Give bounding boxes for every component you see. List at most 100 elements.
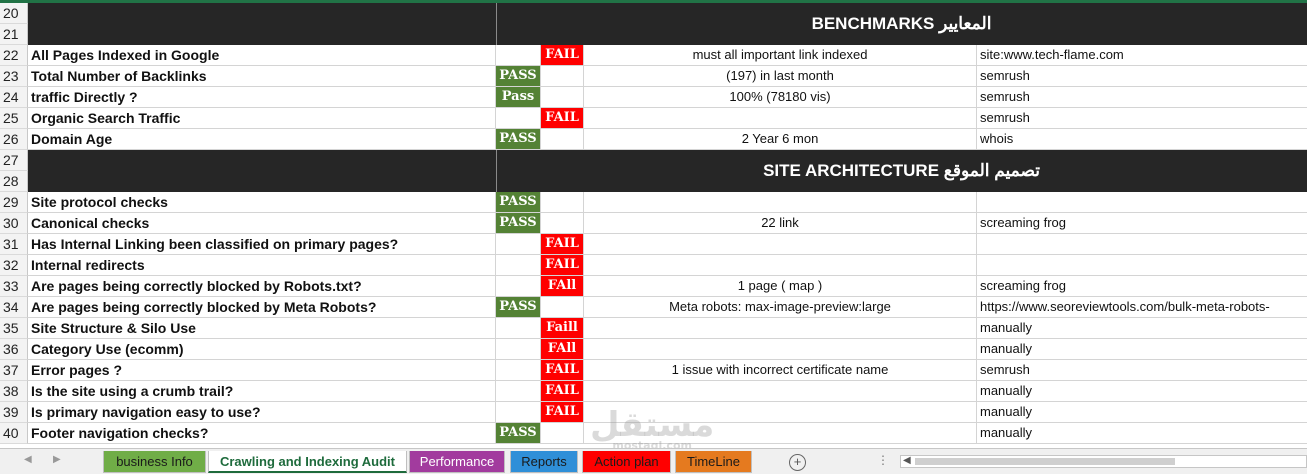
row-number[interactable]: 40 <box>0 423 28 444</box>
tab-timeline[interactable]: TimeLine <box>675 451 752 473</box>
pass-status-cell[interactable] <box>496 381 541 402</box>
fail-status-cell[interactable] <box>541 192 584 213</box>
tool-cell[interactable]: manually <box>977 423 1307 444</box>
tab-business-info[interactable]: business Info <box>103 451 206 473</box>
pass-status-cell[interactable]: PASS <box>496 192 541 213</box>
fail-status-cell[interactable] <box>541 129 584 150</box>
more-options-icon[interactable]: ⋮ <box>877 453 889 467</box>
next-sheet-icon[interactable]: ▶ <box>53 454 61 465</box>
audit-item-label[interactable]: Are pages being correctly blocked by Met… <box>28 297 496 318</box>
audit-item-label[interactable]: Site protocol checks <box>28 192 496 213</box>
audit-item-label[interactable]: Has Internal Linking been classified on … <box>28 234 496 255</box>
audit-item-label[interactable]: Footer navigation checks? <box>28 423 496 444</box>
detail-cell[interactable] <box>584 234 977 255</box>
detail-cell[interactable] <box>584 108 977 129</box>
fail-status-cell[interactable]: Faill <box>541 318 584 339</box>
row-number[interactable]: 30 <box>0 213 28 234</box>
pass-status-cell[interactable] <box>496 108 541 129</box>
tool-cell[interactable]: semrush <box>977 87 1307 108</box>
row-number[interactable]: 39 <box>0 402 28 423</box>
pass-status-cell[interactable] <box>496 276 541 297</box>
tab-reports[interactable]: Reports <box>510 451 578 473</box>
audit-item-label[interactable]: Internal redirects <box>28 255 496 276</box>
tool-cell[interactable]: semrush <box>977 360 1307 381</box>
tab-performance[interactable]: Performance <box>409 451 505 473</box>
detail-cell[interactable]: 1 page ( map ) <box>584 276 977 297</box>
detail-cell[interactable] <box>584 381 977 402</box>
audit-item-label[interactable]: Site Structure & Silo Use <box>28 318 496 339</box>
fail-status-cell[interactable] <box>541 213 584 234</box>
detail-cell[interactable]: must all important link indexed <box>584 45 977 66</box>
audit-item-label[interactable]: Is the site using a crumb trail? <box>28 381 496 402</box>
pass-status-cell[interactable]: PASS <box>496 423 541 444</box>
audit-item-label[interactable]: Domain Age <box>28 129 496 150</box>
detail-cell[interactable] <box>584 339 977 360</box>
pass-status-cell[interactable] <box>496 318 541 339</box>
tool-cell[interactable]: site:www.tech-flame.com <box>977 45 1307 66</box>
detail-cell[interactable]: 1 issue with incorrect certificate name <box>584 360 977 381</box>
tool-cell[interactable] <box>977 234 1307 255</box>
row-number[interactable]: 25 <box>0 108 28 129</box>
pass-status-cell[interactable]: PASS <box>496 297 541 318</box>
tool-cell[interactable]: screaming frog <box>977 213 1307 234</box>
pass-status-cell[interactable] <box>496 360 541 381</box>
row-number[interactable]: 26 <box>0 129 28 150</box>
pass-status-cell[interactable] <box>496 45 541 66</box>
pass-status-cell[interactable] <box>496 234 541 255</box>
tab-action-plan[interactable]: Action plan <box>582 451 671 473</box>
detail-cell[interactable]: 22 link <box>584 213 977 234</box>
tool-cell[interactable] <box>977 255 1307 276</box>
scrollbar-thumb[interactable] <box>915 458 1175 465</box>
fail-status-cell[interactable] <box>541 297 584 318</box>
audit-item-label[interactable]: Is primary navigation easy to use? <box>28 402 496 423</box>
audit-item-label[interactable]: Are pages being correctly blocked by Rob… <box>28 276 496 297</box>
row-number[interactable]: 32 <box>0 255 28 276</box>
row-number[interactable]: 35 <box>0 318 28 339</box>
row-number[interactable]: 24 <box>0 87 28 108</box>
row-number[interactable]: 28 <box>0 171 28 192</box>
tab-crawling-and-indexing-audit[interactable]: Crawling and Indexing Audit <box>208 451 407 473</box>
horizontal-scrollbar[interactable]: ◀ <box>900 455 1307 468</box>
pass-status-cell[interactable] <box>496 402 541 423</box>
fail-status-cell[interactable]: FAIL <box>541 255 584 276</box>
tool-cell[interactable]: semrush <box>977 66 1307 87</box>
fail-status-cell[interactable] <box>541 423 584 444</box>
pass-status-cell[interactable]: PASS <box>496 213 541 234</box>
tool-cell[interactable]: semrush <box>977 108 1307 129</box>
detail-cell[interactable]: 100% (78180 vis) <box>584 87 977 108</box>
audit-item-label[interactable]: Error pages ? <box>28 360 496 381</box>
row-number[interactable]: 29 <box>0 192 28 213</box>
row-number[interactable]: 37 <box>0 360 28 381</box>
fail-status-cell[interactable]: FAIL <box>541 45 584 66</box>
audit-item-label[interactable]: Canonical checks <box>28 213 496 234</box>
row-number[interactable]: 33 <box>0 276 28 297</box>
tool-cell[interactable]: manually <box>977 318 1307 339</box>
tool-cell[interactable]: manually <box>977 381 1307 402</box>
detail-cell[interactable]: (197) in last month <box>584 66 977 87</box>
fail-status-cell[interactable]: FAIL <box>541 108 584 129</box>
audit-item-label[interactable]: All Pages Indexed in Google <box>28 45 496 66</box>
audit-item-label[interactable]: Organic Search Traffic <box>28 108 496 129</box>
tool-cell[interactable]: https://www.seoreviewtools.com/bulk-meta… <box>977 297 1307 318</box>
fail-status-cell[interactable]: FAIL <box>541 402 584 423</box>
audit-item-label[interactable]: Category Use (ecomm) <box>28 339 496 360</box>
row-number[interactable]: 27 <box>0 150 28 171</box>
prev-sheet-icon[interactable]: ◀ <box>24 454 32 465</box>
fail-status-cell[interactable] <box>541 87 584 108</box>
audit-item-label[interactable]: Total Number of Backlinks <box>28 66 496 87</box>
fail-status-cell[interactable] <box>541 66 584 87</box>
row-number[interactable]: 31 <box>0 234 28 255</box>
pass-status-cell[interactable] <box>496 339 541 360</box>
fail-status-cell[interactable]: FAll <box>541 339 584 360</box>
pass-status-cell[interactable]: PASS <box>496 66 541 87</box>
row-number[interactable]: 20 <box>0 3 28 24</box>
fail-status-cell[interactable]: FAIL <box>541 360 584 381</box>
row-number[interactable]: 34 <box>0 297 28 318</box>
fail-status-cell[interactable]: FAll <box>541 276 584 297</box>
row-number[interactable]: 36 <box>0 339 28 360</box>
tool-cell[interactable]: manually <box>977 339 1307 360</box>
detail-cell[interactable]: Meta robots: max-image-preview:large <box>584 297 977 318</box>
row-number[interactable]: 21 <box>0 24 28 45</box>
tool-cell[interactable]: manually <box>977 402 1307 423</box>
tool-cell[interactable]: whois <box>977 129 1307 150</box>
